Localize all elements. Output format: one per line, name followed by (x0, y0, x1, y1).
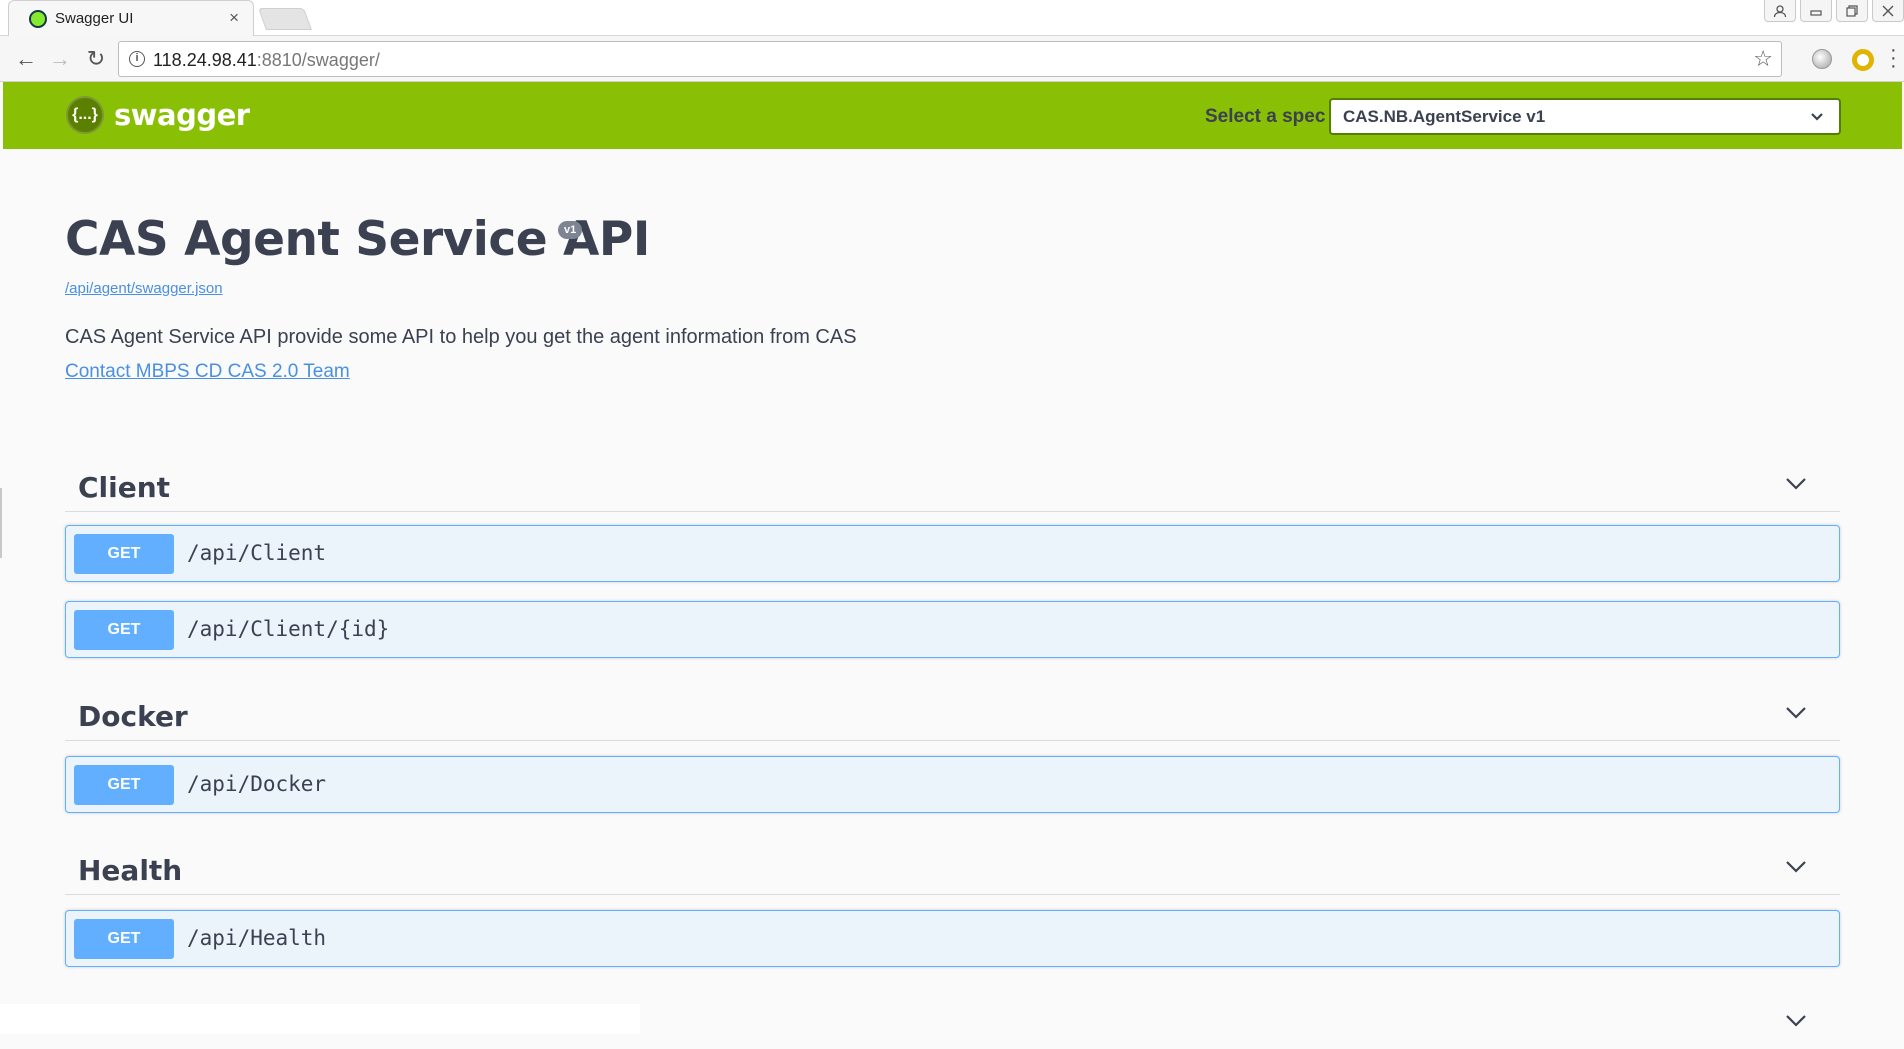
url-path: :8810/swagger/ (256, 50, 380, 70)
contact-link[interactable]: Contact MBPS CD CAS 2.0 Team (65, 361, 350, 383)
operation-get-client[interactable]: GET /api/Client (65, 525, 1840, 582)
operation-path: /api/Client (187, 541, 327, 565)
forward-arrow-icon: → (49, 46, 71, 71)
new-tab-button[interactable] (257, 8, 313, 30)
minimize-button[interactable] (1800, 0, 1832, 22)
reload-button[interactable]: ↻ (82, 45, 110, 73)
method-badge: GET (74, 765, 174, 805)
reload-icon: ↻ (86, 46, 106, 71)
operation-path: /api/Docker (187, 772, 327, 796)
tag-section-health[interactable]: Health (65, 840, 1840, 895)
operation-get-health[interactable]: GET /api/Health (65, 910, 1840, 967)
tag-name: Docker (78, 700, 188, 733)
forward-button[interactable]: → (46, 45, 74, 73)
address-bar[interactable]: i 118.24.98.41:8810/swagger/ ☆ (118, 41, 1782, 77)
tab-close-icon[interactable]: × (229, 8, 239, 28)
page-edge-divider (0, 488, 2, 558)
swagger-logo[interactable]: {...} swagger (66, 96, 250, 134)
swagger-logo-text: swagger (114, 98, 250, 132)
close-window-button[interactable] (1872, 0, 1904, 22)
tag-section-docker[interactable]: Docker (65, 686, 1840, 741)
extension-ring-icon[interactable] (1852, 49, 1874, 71)
operation-get-docker[interactable]: GET /api/Docker (65, 756, 1840, 813)
api-info: CAS Agent Service API (65, 212, 650, 267)
bottom-overlay (0, 1004, 640, 1034)
chevron-down-icon[interactable] (1782, 469, 1810, 497)
window-controls (1764, 0, 1904, 22)
browser-tab[interactable]: Swagger UI × (8, 0, 254, 36)
version-badge: v1 (558, 221, 583, 239)
browser-tab-bar: Swagger UI × (0, 0, 1904, 36)
url-host: 118.24.98.41 (153, 50, 257, 70)
user-icon (1773, 4, 1787, 17)
profile-button[interactable] (1764, 0, 1796, 22)
api-description: CAS Agent Service API provide some API t… (65, 326, 857, 348)
browser-menu-icon[interactable]: · · · (1890, 40, 1897, 76)
close-icon (1882, 5, 1894, 16)
spec-select[interactable]: CAS.NB.AgentService v1 (1329, 98, 1841, 135)
operation-get-client-by-id[interactable]: GET /api/Client/{id} (65, 601, 1840, 658)
chevron-down-icon (1811, 113, 1823, 121)
method-badge: GET (74, 534, 174, 574)
tag-section-client[interactable]: Client (65, 457, 1840, 512)
spec-select-value: CAS.NB.AgentService v1 (1343, 107, 1546, 126)
swagger-favicon-icon (29, 10, 47, 28)
back-button[interactable]: ← (12, 45, 40, 73)
restore-icon (1846, 4, 1858, 17)
url-text: 118.24.98.41:8810/swagger/ (153, 50, 380, 71)
operation-path: /api/Client/{id} (187, 617, 390, 641)
extension-icon[interactable] (1812, 49, 1832, 69)
swagger-topbar: {...} swagger Select a spec CAS.NB.Agent… (3, 82, 1902, 149)
site-info-icon[interactable]: i (129, 51, 145, 67)
api-title: CAS Agent Service API (65, 212, 650, 267)
swagger-logo-icon: {...} (66, 96, 104, 134)
method-badge: GET (74, 610, 174, 650)
operation-path: /api/Health (187, 926, 327, 950)
browser-toolbar: ← → ↻ i 118.24.98.41:8810/swagger/ ☆ · · · (0, 36, 1904, 82)
restore-button[interactable] (1836, 0, 1868, 22)
swagger-json-link[interactable]: /api/agent/swagger.json (65, 280, 223, 297)
minimize-icon (1810, 9, 1822, 16)
method-badge: GET (74, 919, 174, 959)
tab-title: Swagger UI (55, 10, 134, 27)
chevron-down-icon[interactable] (1782, 852, 1810, 880)
back-arrow-icon: ← (15, 46, 37, 71)
chevron-down-icon[interactable] (1782, 1006, 1810, 1034)
chevron-down-icon[interactable] (1782, 698, 1810, 726)
tag-name: Health (78, 854, 183, 887)
select-spec-label: Select a spec (1205, 106, 1326, 127)
bookmark-star-icon[interactable]: ☆ (1753, 46, 1773, 72)
tag-name: Client (78, 471, 171, 504)
